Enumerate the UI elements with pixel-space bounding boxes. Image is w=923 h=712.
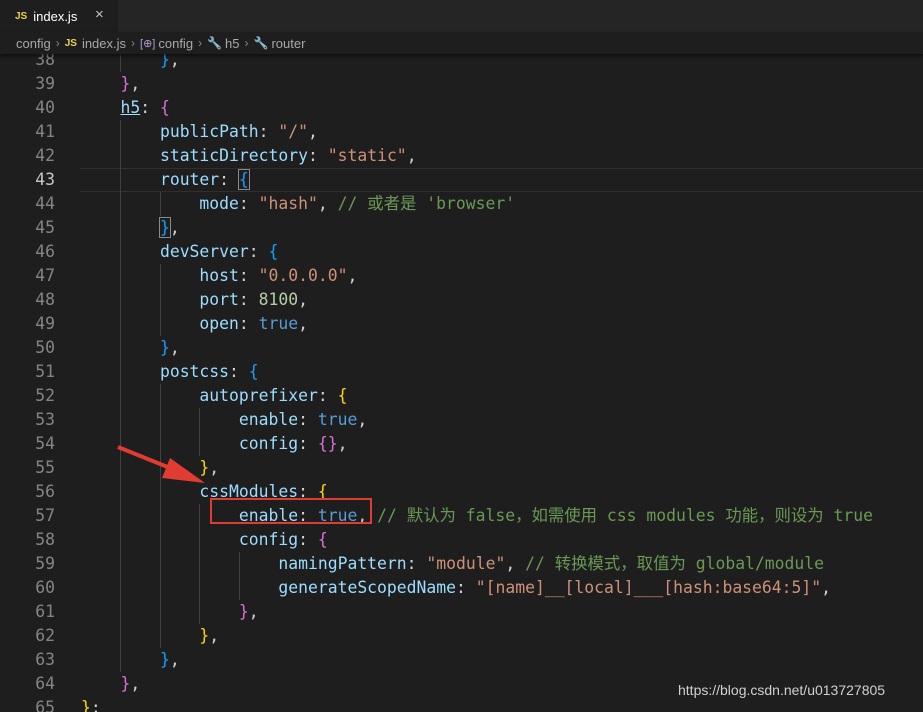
annotation-arrow (117, 445, 205, 483)
watermark: https://blog.csdn.net/u013727805 (678, 682, 886, 698)
